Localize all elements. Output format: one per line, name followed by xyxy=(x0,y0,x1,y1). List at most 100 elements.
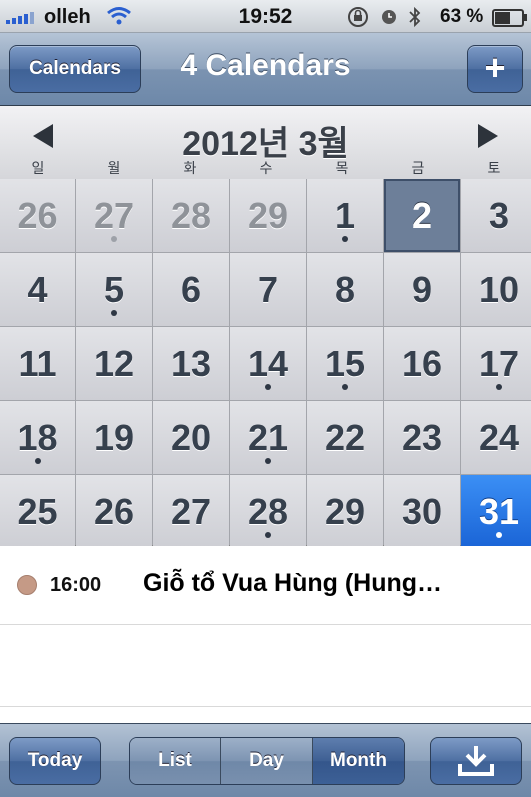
event-indicator-dot xyxy=(34,458,41,464)
day-cell[interactable]: 24 xyxy=(461,401,531,474)
download-button[interactable] xyxy=(430,737,522,785)
weekday-label: 토 xyxy=(487,160,501,176)
day-cell[interactable]: 15 xyxy=(307,327,383,400)
day-cell[interactable]: 12 xyxy=(76,327,152,400)
day-cell[interactable]: 14 xyxy=(230,327,306,400)
day-number: 11 xyxy=(18,342,57,384)
weekday-label: 월 xyxy=(107,160,121,176)
calendar-color-dot xyxy=(17,575,37,595)
day-cell[interactable]: 26 xyxy=(0,179,75,252)
next-month-arrow-icon[interactable] xyxy=(478,124,498,148)
weekday-label: 화 xyxy=(183,160,197,176)
battery-icon xyxy=(492,9,527,27)
day-number: 6 xyxy=(180,268,202,310)
day-number: 29 xyxy=(324,490,366,532)
day-cell[interactable]: 26 xyxy=(76,475,152,548)
event-indicator-dot xyxy=(265,458,271,464)
event-indicator-dot xyxy=(496,532,502,538)
day-cell[interactable]: 22 xyxy=(307,401,383,474)
day-cell[interactable]: 19 xyxy=(76,401,152,474)
day-number: 27 xyxy=(93,194,135,236)
day-view-tab[interactable]: Day xyxy=(221,738,313,784)
event-indicator-dot xyxy=(265,384,271,390)
day-number: 29 xyxy=(247,194,289,236)
day-number: 23 xyxy=(401,416,443,458)
day-number: 9 xyxy=(411,268,433,310)
day-number: 7 xyxy=(257,268,279,310)
weekday-row: 일 월 화 수 목 금 토 xyxy=(0,158,531,178)
day-cell[interactable]: 28 xyxy=(230,475,306,548)
day-number: 14 xyxy=(247,342,289,384)
day-cell-selected[interactable]: 2 xyxy=(384,179,460,252)
calendars-button[interactable]: Calendars xyxy=(9,45,141,93)
day-cell[interactable]: 10 xyxy=(461,253,531,326)
day-cell[interactable]: 1 xyxy=(307,179,383,252)
day-cell-today[interactable]: 31 xyxy=(461,475,531,548)
day-number: 12 xyxy=(93,342,135,384)
day-cell[interactable]: 28 xyxy=(153,179,229,252)
day-cell[interactable]: 5 xyxy=(76,253,152,326)
download-icon xyxy=(458,746,494,776)
month-header: 2012년 3월 일 월 화 수 목 금 토 xyxy=(0,106,531,179)
event-time: 16:00 xyxy=(50,574,102,596)
month-view-tab[interactable]: Month xyxy=(313,738,404,784)
day-number: 1 xyxy=(334,194,356,236)
day-number: 22 xyxy=(324,416,366,458)
day-cell[interactable]: 27 xyxy=(76,179,152,252)
navigation-bar: Calendars 4 Calendars + xyxy=(0,33,531,106)
day-cell[interactable]: 4 xyxy=(0,253,75,326)
day-number: 26 xyxy=(93,490,135,532)
day-cell[interactable]: 16 xyxy=(384,327,460,400)
day-number: 19 xyxy=(93,416,135,458)
event-indicator-dot xyxy=(496,384,502,390)
day-cell[interactable]: 11 xyxy=(0,327,75,400)
day-cell[interactable]: 27 xyxy=(153,475,229,548)
weekday-label: 수 xyxy=(259,160,273,176)
day-cell[interactable]: 25 xyxy=(0,475,75,548)
day-cell[interactable]: 29 xyxy=(230,179,306,252)
day-number: 4 xyxy=(27,268,48,310)
day-cell[interactable]: 7 xyxy=(230,253,306,326)
day-cell[interactable]: 17 xyxy=(461,327,531,400)
day-cell[interactable]: 8 xyxy=(307,253,383,326)
weekday-label: 일 xyxy=(31,160,45,176)
event-indicator-dot xyxy=(111,310,117,316)
today-button[interactable]: Today xyxy=(9,737,101,785)
day-number: 28 xyxy=(170,194,212,236)
day-cell[interactable]: 21 xyxy=(230,401,306,474)
weekday-label: 금 xyxy=(411,160,425,176)
day-number: 26 xyxy=(17,194,58,236)
day-cell[interactable]: 18 xyxy=(0,401,75,474)
day-cell[interactable]: 20 xyxy=(153,401,229,474)
day-cell[interactable]: 3 xyxy=(461,179,531,252)
day-number: 25 xyxy=(17,490,58,532)
event-row[interactable]: 16:00 Giỗ tổ Vua Hùng (Hung… xyxy=(0,546,531,625)
day-number: 21 xyxy=(247,416,289,458)
add-event-button[interactable]: + xyxy=(467,45,523,93)
battery-level xyxy=(495,12,511,24)
day-cell[interactable]: 30 xyxy=(384,475,460,548)
divider xyxy=(0,706,531,707)
event-list: 16:00 Giỗ tổ Vua Hùng (Hung… xyxy=(0,546,531,723)
day-cell[interactable]: 29 xyxy=(307,475,383,548)
battery-percent: 63 % xyxy=(440,6,484,27)
day-number: 28 xyxy=(247,490,289,532)
view-segmented-control: List Day Month xyxy=(129,737,405,785)
bluetooth-icon xyxy=(408,6,422,33)
event-title: Giỗ tổ Vua Hùng (Hung… xyxy=(143,569,443,597)
day-number: 24 xyxy=(478,416,520,458)
event-indicator-dot xyxy=(342,384,348,390)
day-number: 16 xyxy=(401,342,443,384)
day-number: 30 xyxy=(401,490,443,532)
day-cell[interactable]: 9 xyxy=(384,253,460,326)
list-view-tab[interactable]: List xyxy=(130,738,221,784)
day-number: 18 xyxy=(17,416,58,458)
day-number: 3 xyxy=(488,194,510,236)
day-cell[interactable]: 23 xyxy=(384,401,460,474)
day-number: 27 xyxy=(170,490,212,532)
day-cell[interactable]: 13 xyxy=(153,327,229,400)
day-number: 20 xyxy=(170,416,212,458)
day-number: 5 xyxy=(103,268,125,310)
day-number: 31 xyxy=(478,490,520,532)
day-cell[interactable]: 6 xyxy=(153,253,229,326)
